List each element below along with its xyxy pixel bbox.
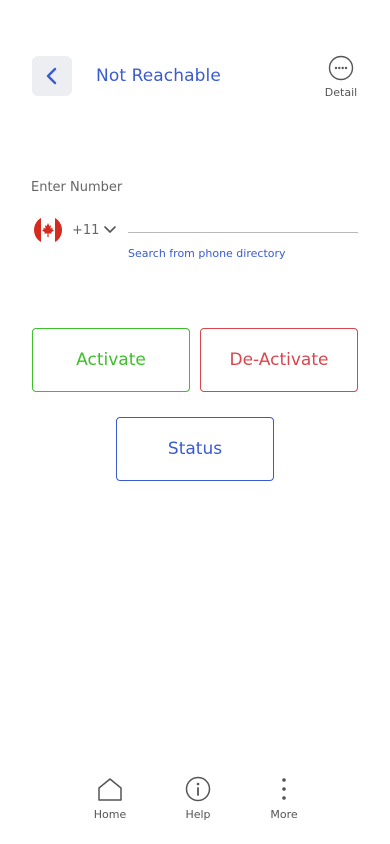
detail-button[interactable]: Detail — [318, 55, 364, 105]
info-icon — [185, 776, 211, 802]
chevron-left-icon — [46, 67, 57, 85]
nav-home-label: Home — [93, 808, 127, 821]
nav-more[interactable]: More — [254, 776, 314, 828]
more-vertical-icon — [282, 778, 286, 800]
deactivate-button[interactable]: De-Activate — [200, 328, 358, 392]
search-phone-directory-link[interactable]: Search from phone directory — [128, 247, 286, 260]
nav-home[interactable]: Home — [80, 776, 140, 828]
home-icon — [98, 778, 122, 801]
country-code: +11 — [72, 223, 100, 238]
back-button[interactable] — [32, 56, 72, 96]
status-button[interactable]: Status — [116, 417, 274, 481]
enter-number-label: Enter Number — [31, 180, 123, 195]
page-title: Not Reachable — [96, 66, 221, 86]
chevron-down-icon[interactable] — [103, 225, 117, 235]
canada-flag-icon[interactable] — [34, 216, 62, 244]
nav-help[interactable]: Help — [168, 776, 228, 828]
activate-button[interactable]: Activate — [32, 328, 190, 392]
nav-more-label: More — [270, 808, 298, 821]
nav-help-label: Help — [185, 808, 211, 821]
phone-number-input[interactable] — [128, 218, 358, 233]
detail-label: Detail — [324, 86, 358, 99]
more-horizontal-circle-icon — [328, 55, 354, 81]
